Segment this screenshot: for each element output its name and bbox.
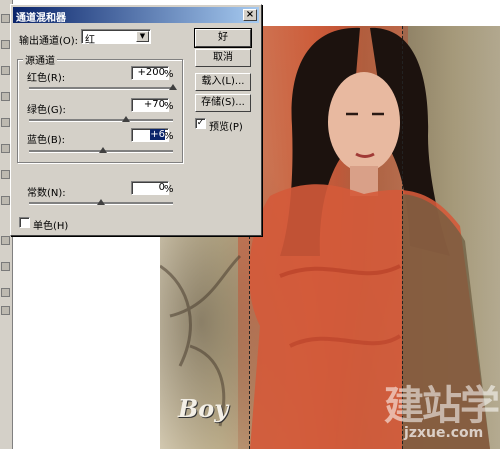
close-button[interactable]: × — [243, 9, 257, 21]
monochrome-label: 单色(H) — [33, 221, 69, 232]
red-label: 红色(R): — [27, 73, 66, 84]
preview-label: 预览(P) — [209, 122, 243, 133]
tool-icon[interactable] — [1, 66, 10, 75]
watermark-url: jzxue.com — [404, 425, 484, 441]
dialog-title: 通道混和器 — [16, 13, 66, 24]
red-percent: % — [164, 69, 174, 80]
channel-mixer-dialog: 通道混和器 × 输出通道(O): 红 ▼ 源通道 红色(R): +200 % 绿… — [10, 4, 262, 236]
green-slider-thumb[interactable] — [122, 116, 131, 122]
red-slider-track[interactable] — [29, 87, 173, 90]
tool-icon[interactable] — [1, 306, 10, 315]
dialog-titlebar[interactable]: 通道混和器 × — [13, 7, 259, 24]
blue-percent: % — [164, 131, 174, 142]
blue-slider-thumb[interactable] — [99, 147, 108, 153]
constant-percent: % — [164, 184, 174, 195]
close-icon: × — [245, 9, 255, 20]
ok-button[interactable]: 好 — [194, 28, 252, 48]
tool-icon[interactable] — [1, 118, 10, 127]
monochrome-checkbox[interactable] — [19, 217, 30, 228]
source-channels-title: 源通道 — [23, 52, 57, 67]
tool-icon[interactable] — [1, 170, 10, 179]
green-value: +70 — [143, 99, 165, 110]
blue-label: 蓝色(B): — [27, 135, 66, 146]
watermark-text: 建站学 — [384, 383, 500, 429]
tool-icon[interactable] — [1, 262, 10, 271]
chevron-down-icon[interactable]: ▼ — [136, 31, 149, 42]
red-value: +200 — [137, 67, 165, 78]
tool-icon[interactable] — [1, 288, 10, 297]
preview-checkbox[interactable]: ✓ — [195, 118, 206, 129]
red-slider-thumb[interactable] — [169, 84, 177, 90]
output-channel-value: 红 — [85, 35, 95, 46]
green-slider-track[interactable] — [29, 119, 173, 122]
green-percent: % — [164, 101, 174, 112]
cancel-button[interactable]: 取消 — [195, 49, 251, 67]
tool-icon[interactable] — [1, 196, 10, 205]
output-channel-select[interactable]: 红 ▼ — [81, 29, 151, 46]
save-button[interactable]: 存储(S)... — [195, 94, 251, 112]
output-channel-label: 输出通道(O): — [19, 36, 79, 47]
green-label: 绿色(G): — [27, 105, 66, 116]
constant-slider-thumb[interactable] — [97, 199, 105, 205]
tool-icon[interactable] — [1, 236, 10, 245]
tool-icon[interactable] — [1, 144, 10, 153]
tool-icon[interactable] — [1, 40, 10, 49]
checkmark-icon: ✓ — [196, 118, 205, 128]
tool-icon[interactable] — [1, 14, 10, 23]
constant-label: 常数(N): — [27, 188, 66, 199]
tool-icon[interactable] — [1, 92, 10, 101]
blue-value: +6 — [150, 129, 165, 140]
boy-logo: Boy — [178, 394, 229, 423]
load-button[interactable]: 载入(L)... — [195, 73, 251, 91]
